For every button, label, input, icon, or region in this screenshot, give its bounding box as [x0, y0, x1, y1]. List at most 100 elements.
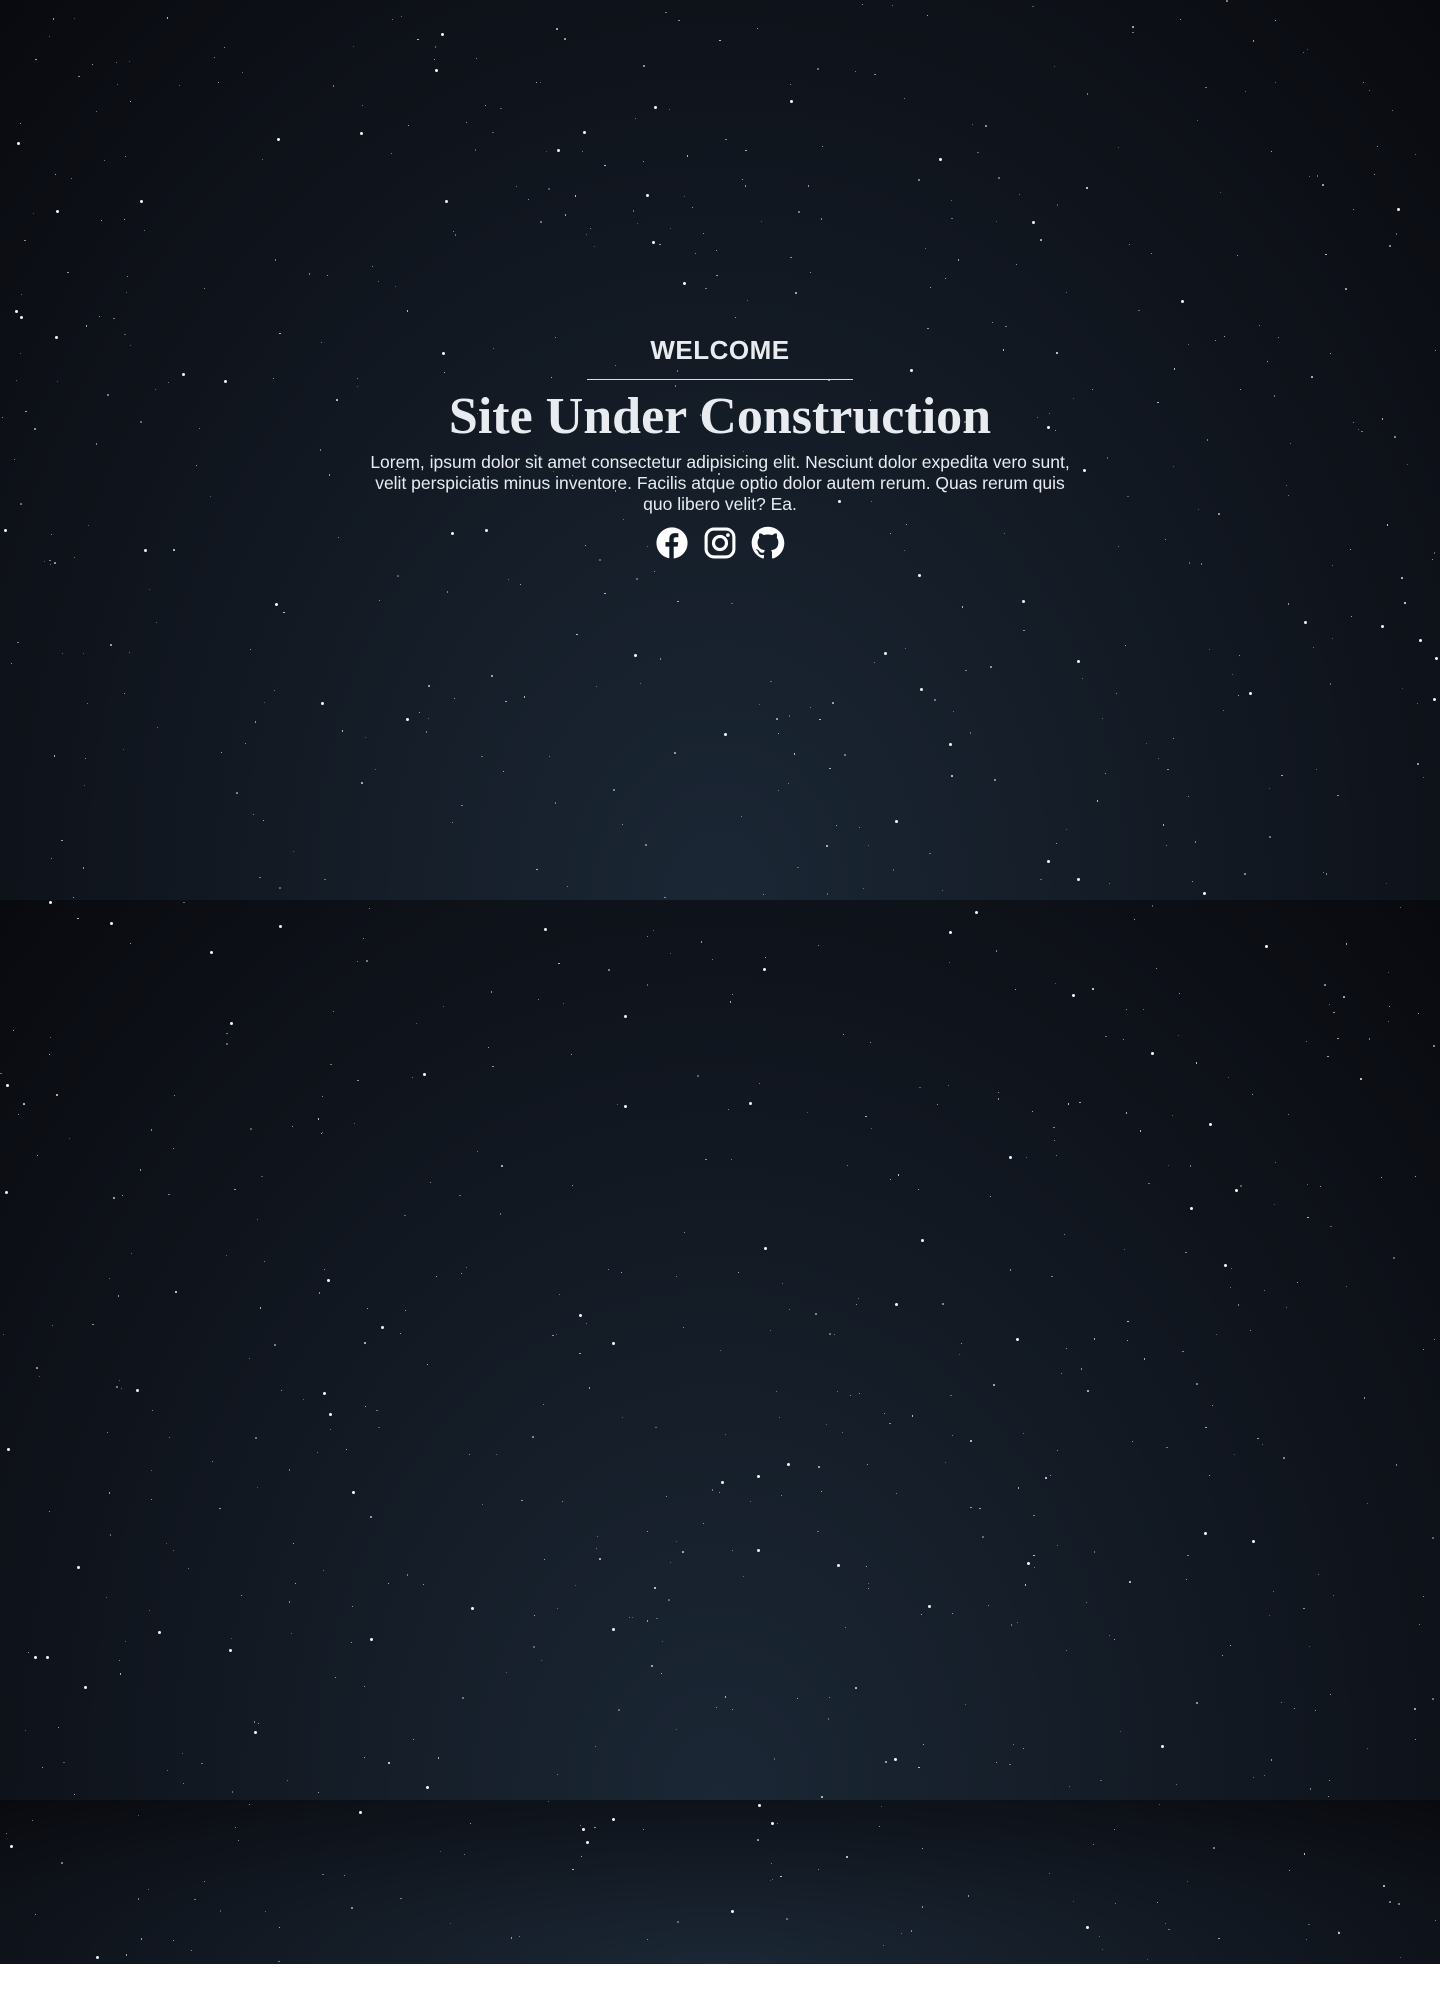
star — [242, 71, 244, 73]
starfield-band — [0, 900, 1440, 1800]
star — [406, 1574, 409, 1576]
star — [1270, 151, 1272, 153]
star — [865, 1565, 867, 1567]
star — [1258, 325, 1260, 327]
star — [481, 1504, 483, 1506]
star — [771, 1821, 775, 1825]
star — [905, 648, 906, 650]
star — [78, 75, 80, 78]
star — [1307, 1216, 1309, 1219]
star — [965, 1703, 967, 1705]
star — [1187, 1880, 1189, 1882]
star — [1234, 1188, 1238, 1192]
star — [123, 218, 125, 220]
star — [1397, 208, 1400, 212]
star — [951, 217, 953, 219]
star — [73, 17, 76, 20]
star — [844, 1626, 846, 1629]
star — [1213, 1847, 1215, 1849]
star — [990, 666, 992, 668]
star — [155, 621, 157, 623]
star — [889, 1179, 891, 1181]
star — [684, 196, 685, 198]
star — [975, 910, 979, 914]
star — [1220, 192, 1222, 194]
star — [1328, 1003, 1331, 1006]
star — [771, 1879, 773, 1881]
star — [460, 1272, 463, 1275]
star — [274, 602, 278, 606]
star — [17, 142, 21, 146]
star — [343, 1875, 345, 1877]
star — [750, 1501, 751, 1503]
star — [1146, 743, 1148, 745]
star — [796, 1698, 798, 1700]
star — [515, 185, 517, 187]
star — [793, 753, 796, 755]
star — [927, 327, 929, 329]
star — [1314, 1709, 1317, 1712]
star — [724, 1696, 727, 1698]
star — [1388, 1006, 1390, 1008]
star — [1205, 86, 1207, 89]
star — [1388, 1021, 1390, 1023]
star — [1187, 795, 1189, 797]
star — [1180, 300, 1184, 303]
star — [1414, 1175, 1417, 1177]
star — [1433, 1045, 1435, 1047]
star — [1093, 1338, 1096, 1340]
star — [855, 1687, 857, 1689]
star — [1072, 993, 1076, 997]
star — [119, 1673, 122, 1675]
star — [806, 1111, 808, 1113]
star — [821, 1491, 823, 1493]
star — [259, 1307, 262, 1309]
star — [110, 644, 112, 646]
star — [139, 199, 143, 203]
facebook-link[interactable] — [655, 526, 689, 560]
star — [1252, 40, 1255, 42]
star — [381, 1326, 384, 1330]
star — [1274, 81, 1276, 84]
star — [1393, 1257, 1395, 1259]
star — [911, 1415, 914, 1417]
star — [1245, 91, 1247, 93]
star — [1345, 1286, 1347, 1288]
starfield — [0, 900, 1440, 1800]
star — [616, 1104, 618, 1106]
star — [580, 1824, 581, 1826]
star — [1324, 984, 1326, 986]
star — [1352, 208, 1354, 211]
star — [891, 4, 894, 7]
star — [1303, 621, 1307, 625]
star — [1055, 1155, 1057, 1157]
star — [757, 1548, 761, 1552]
star — [24, 239, 26, 242]
star — [797, 866, 799, 869]
star — [167, 1769, 168, 1771]
instagram-link[interactable] — [703, 526, 737, 560]
star — [388, 1762, 390, 1764]
star — [1023, 629, 1025, 632]
star — [36, 1154, 38, 1156]
star — [1151, 905, 1154, 907]
star — [561, 1500, 564, 1502]
star — [660, 1672, 662, 1674]
star — [827, 1718, 830, 1720]
github-link[interactable] — [751, 526, 785, 560]
star — [445, 199, 449, 203]
star — [675, 1540, 677, 1542]
star — [459, 1194, 461, 1197]
star — [646, 936, 648, 938]
star — [867, 1464, 869, 1466]
star — [470, 1607, 474, 1611]
star — [129, 651, 131, 653]
star — [453, 230, 455, 232]
star — [1229, 1287, 1231, 1288]
star — [218, 81, 220, 83]
star — [1066, 1347, 1068, 1349]
star — [490, 991, 493, 993]
star — [1252, 1539, 1255, 1543]
star — [1366, 1747, 1368, 1749]
star — [1212, 1405, 1214, 1407]
